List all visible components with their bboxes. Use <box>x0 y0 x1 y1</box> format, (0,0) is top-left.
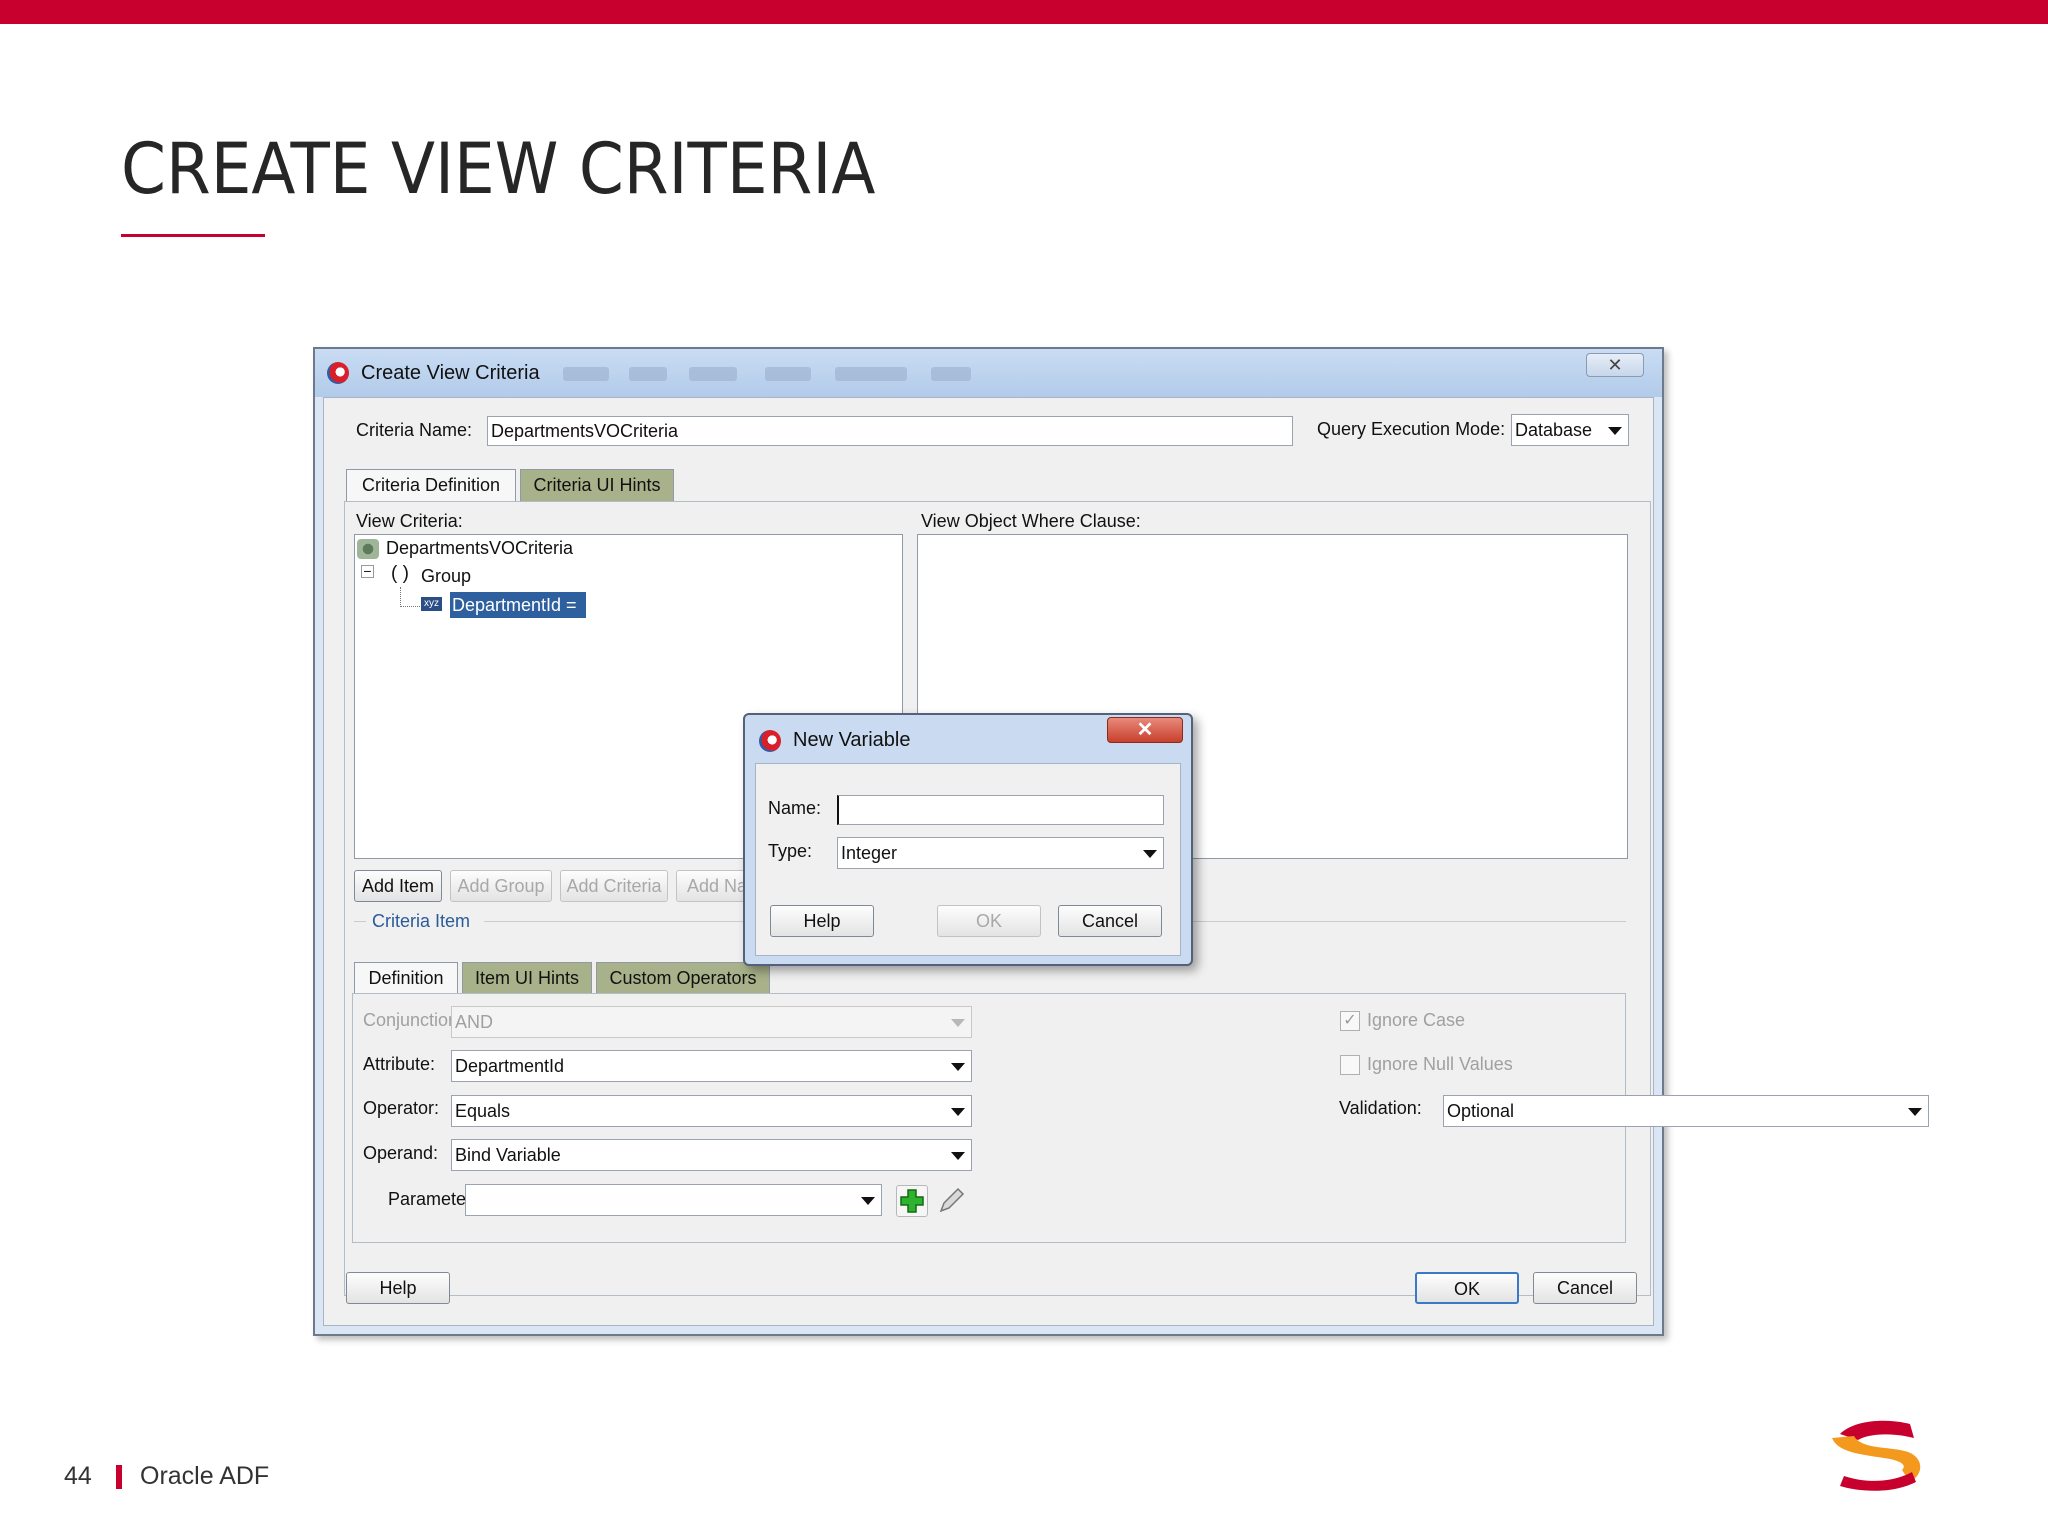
blurred-menu-item <box>629 367 667 381</box>
tab-definition[interactable]: Definition <box>354 962 458 994</box>
operand-value: Bind Variable <box>455 1145 561 1165</box>
tree-connector <box>400 587 420 607</box>
ignore-null-label: Ignore Null Values <box>1367 1054 1513 1074</box>
blurred-menu-item <box>835 367 907 381</box>
ignore-case-label: Ignore Case <box>1367 1010 1466 1030</box>
item-tag-icon: xyz <box>421 597 442 611</box>
variable-name-label: Name: <box>768 798 822 818</box>
parameter-label: Parameter: <box>388 1189 478 1209</box>
query-mode-value: Database <box>1515 420 1593 440</box>
window-titlebar[interactable]: Create View Criteria ✕ <box>315 349 1662 397</box>
tab-item-ui-hints[interactable]: Item UI Hints <box>462 962 592 994</box>
criteria-item-divider <box>354 921 366 922</box>
title-underline <box>121 234 265 237</box>
conjunction-label: Conjunction: <box>363 1010 464 1030</box>
dialog-cancel-button[interactable]: Cancel <box>1058 905 1162 937</box>
conjunction-value: AND <box>455 1012 494 1032</box>
tab-criteria-definition[interactable]: Criteria Definition <box>346 469 516 501</box>
top-accent-bar <box>0 0 2048 24</box>
chevron-down-icon <box>861 1197 875 1205</box>
validation-label: Validation: <box>1339 1098 1422 1118</box>
ignore-null-checkbox[interactable] <box>1340 1055 1360 1075</box>
tab-criteria-ui-hints[interactable]: Criteria UI Hints <box>520 469 674 501</box>
variable-type-label: Type: <box>768 841 813 861</box>
attribute-select[interactable]: DepartmentId <box>451 1050 972 1082</box>
variable-name-field[interactable] <box>837 795 1164 825</box>
window-title: Create View Criteria <box>361 362 540 384</box>
ignore-case-checkbox[interactable]: ✓ <box>1340 1011 1360 1031</box>
edit-pencil-icon[interactable] <box>936 1186 966 1216</box>
criteria-name-field[interactable]: DepartmentsVOCriteria <box>487 416 1293 446</box>
conjunction-select[interactable]: AND <box>451 1006 972 1038</box>
validation-select[interactable]: Optional <box>1443 1095 1929 1127</box>
query-mode-select[interactable]: Database <box>1511 414 1629 446</box>
criteria-root-icon <box>357 539 379 559</box>
group-glyph: ( ) <box>391 563 409 584</box>
blurred-menu-item <box>563 367 609 381</box>
criteria-item-label: Criteria Item <box>372 911 471 931</box>
operator-label: Operator: <box>363 1098 440 1118</box>
chevron-down-icon <box>951 1108 965 1116</box>
dialog-help-button[interactable]: Help <box>770 905 874 937</box>
slide-title: CREATE VIEW CRITERIA <box>121 128 876 210</box>
tree-item-selected[interactable]: DepartmentId = <box>450 592 586 618</box>
variable-type-value: Integer <box>841 843 898 863</box>
cancel-button[interactable]: Cancel <box>1533 1272 1637 1304</box>
variable-type-select[interactable]: Integer <box>837 837 1164 869</box>
chevron-down-icon <box>1608 427 1622 435</box>
operand-select[interactable]: Bind Variable <box>451 1139 972 1171</box>
parameter-select[interactable] <box>465 1184 882 1216</box>
operator-select[interactable]: Equals <box>451 1095 972 1127</box>
add-parameter-icon[interactable] <box>896 1185 928 1217</box>
blurred-menu-item <box>765 367 811 381</box>
new-variable-dialog: New Variable ✕ Name: Type: Integer Help … <box>743 713 1193 966</box>
chevron-down-icon <box>951 1019 965 1027</box>
close-icon[interactable]: ✕ <box>1107 717 1183 743</box>
ok-button[interactable]: OK <box>1415 1272 1519 1304</box>
attribute-value: DepartmentId <box>455 1056 565 1076</box>
dialog-ok-button[interactable]: OK <box>937 905 1041 937</box>
chevron-down-icon <box>1143 850 1157 858</box>
dialog-title: New Variable <box>793 729 911 751</box>
close-icon[interactable]: ✕ <box>1586 353 1644 377</box>
where-clause-label: View Object Where Clause: <box>921 511 1141 531</box>
tree-root-label[interactable]: DepartmentsVOCriteria <box>386 538 573 559</box>
chevron-down-icon <box>951 1063 965 1071</box>
footer-separator <box>116 1465 122 1489</box>
page-number: 44 <box>64 1462 92 1490</box>
chevron-down-icon <box>951 1152 965 1160</box>
criteria-name-label: Criteria Name: <box>356 420 473 440</box>
operator-value: Equals <box>455 1101 511 1121</box>
dialog-body: Name: Type: Integer Help OK Cancel <box>755 763 1181 956</box>
add-criteria-button[interactable]: Add Criteria <box>560 870 668 902</box>
company-logo-icon <box>1832 1420 1921 1491</box>
add-group-button[interactable]: Add Group <box>450 870 552 902</box>
tree-group-label[interactable]: Group <box>421 566 471 587</box>
collapse-icon[interactable]: − <box>361 564 374 578</box>
blurred-menu-item <box>931 367 971 381</box>
app-icon <box>759 730 781 752</box>
tab-custom-operators[interactable]: Custom Operators <box>596 962 770 994</box>
attribute-label: Attribute: <box>363 1054 436 1074</box>
chevron-down-icon <box>1908 1108 1922 1116</box>
blurred-menu-item <box>689 367 737 381</box>
help-button[interactable]: Help <box>346 1272 450 1304</box>
app-icon <box>327 362 349 384</box>
footer-label: Oracle ADF <box>140 1462 270 1490</box>
add-item-button[interactable]: Add Item <box>354 870 442 902</box>
operand-label: Operand: <box>363 1143 439 1163</box>
query-mode-label: Query Execution Mode: <box>1317 419 1506 439</box>
view-criteria-label: View Criteria: <box>356 511 463 531</box>
validation-value: Optional <box>1447 1101 1515 1121</box>
